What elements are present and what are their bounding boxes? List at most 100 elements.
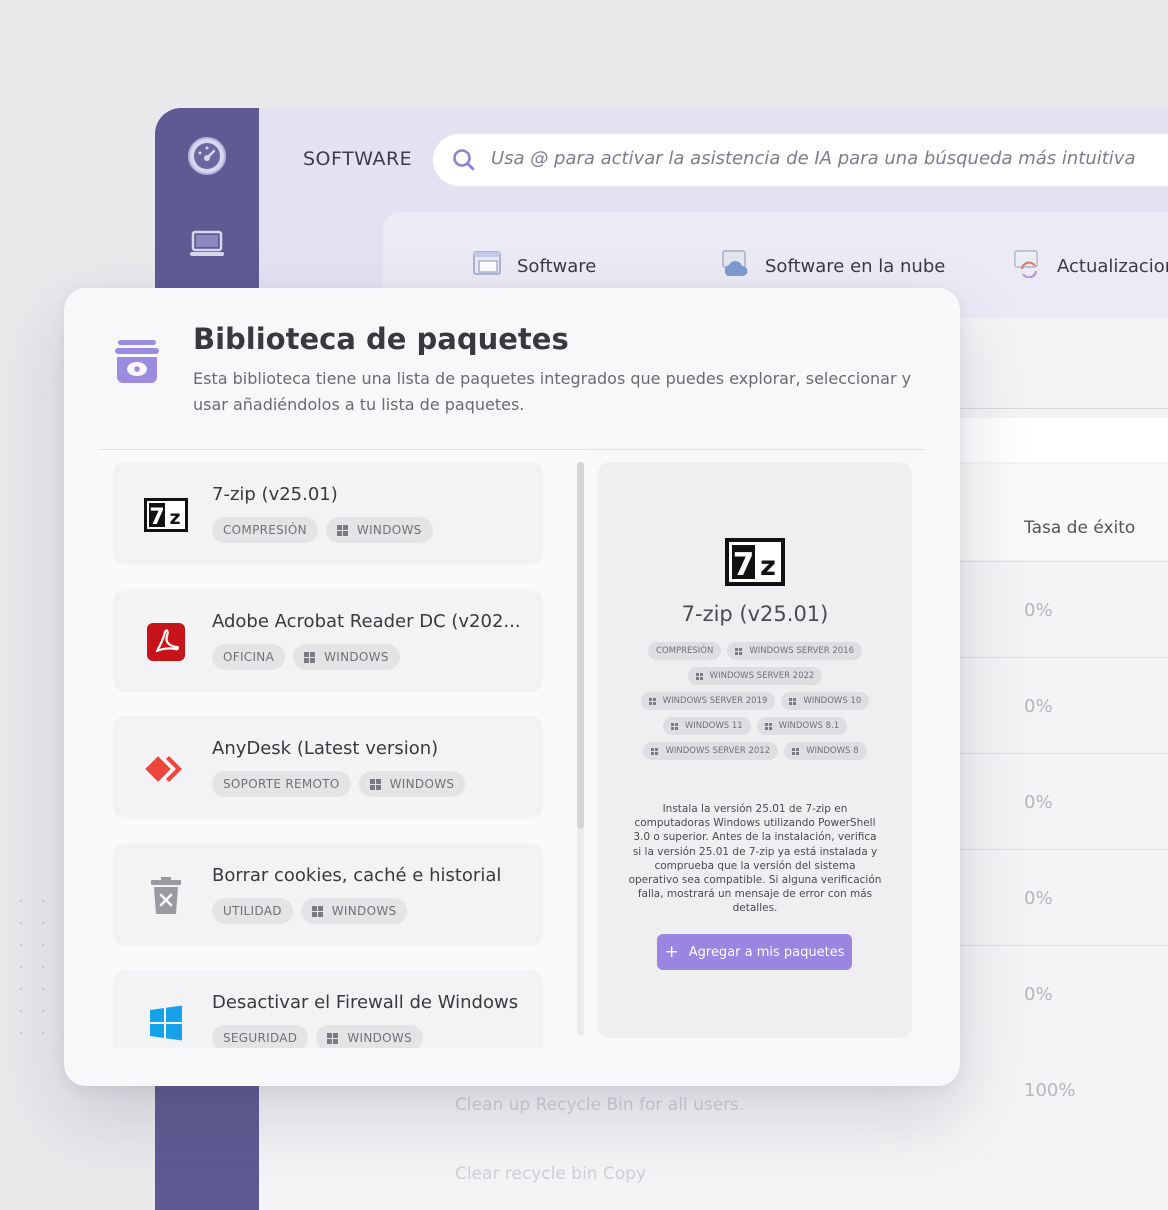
laptop-icon[interactable] [187, 223, 227, 263]
package-card-disable-firewall[interactable]: Desactivar el Firewall de Windows SEGURI… [113, 970, 543, 1048]
windows-icon [336, 524, 348, 536]
package-tags: SEGURIDAD WINDOWS [212, 1025, 423, 1048]
tag-label: WINDOWS 8 [806, 746, 859, 756]
7zip-logo: 7z [725, 538, 785, 590]
package-card-clear-cookies[interactable]: Borrar cookies, caché e historial UTILID… [113, 843, 543, 946]
search-placeholder: Usa @ para activar la asistencia de IA p… [491, 148, 1136, 169]
modal-title: Biblioteca de paquetes [193, 322, 569, 356]
row-divider [959, 849, 1168, 850]
windows-icon [369, 778, 381, 790]
package-card-acrobat[interactable]: Adobe Acrobat Reader DC (v202... OFICINA… [113, 589, 543, 692]
detail-tags: COMPRESIÓN WINDOWS SERVER 2016 WINDOWS S… [622, 642, 888, 760]
tab-cloud-software[interactable]: Software en la nube [721, 248, 945, 284]
svg-text:z: z [169, 507, 180, 529]
svg-text:7: 7 [149, 505, 164, 530]
package-card-7zip[interactable]: 7z 7-zip (v25.01) COMPRESIÓN WINDOWS [113, 462, 543, 565]
row-divider [959, 561, 1168, 562]
package-name: Adobe Acrobat Reader DC (v202... [212, 611, 521, 632]
trash-icon [143, 873, 189, 919]
svg-text:z: z [760, 551, 776, 582]
table-header [959, 464, 1168, 560]
windows-icon [695, 672, 703, 680]
platform-tag: WINDOWS SERVER 2016 [727, 642, 862, 660]
platform-tag: WINDOWS SERVER 2022 [687, 667, 823, 685]
package-tags: UTILIDAD WINDOWS [212, 898, 408, 924]
ghost-row-name: Clear recycle bin Copy [455, 1164, 647, 1184]
platform-tag: WINDOWS [325, 517, 433, 543]
tab-software[interactable]: Software [473, 248, 596, 284]
tag-label: SOPORTE REMOTO [223, 777, 340, 791]
category-tag: SOPORTE REMOTO [212, 771, 351, 797]
package-library-modal: Biblioteca de paquetes Esta biblioteca t… [64, 288, 960, 1086]
windows-icon [311, 905, 323, 917]
windows-icon [648, 697, 656, 705]
window-icon [473, 250, 503, 282]
platform-tag: WINDOWS [358, 771, 466, 797]
tab-label: Software [517, 255, 597, 277]
package-list-scrollbar[interactable] [577, 462, 584, 1036]
tag-label: WINDOWS 11 [684, 721, 743, 731]
scrollbar-thumb[interactable] [577, 462, 584, 829]
success-rate: 0% [1024, 696, 1053, 717]
category-tag: COMPRESIÓN [648, 642, 722, 660]
column-header-success-rate[interactable]: Tasa de éxito [1024, 518, 1135, 538]
tag-label: UTILIDAD [223, 904, 282, 918]
tag-label: WINDOWS [324, 650, 389, 664]
category-tag: SEGURIDAD [212, 1025, 309, 1048]
tag-label: WINDOWS [331, 904, 397, 918]
success-rate: 0% [1024, 984, 1053, 1005]
tag-label: WINDOWS SERVER 2012 [665, 746, 771, 756]
dashboard-gauge-icon[interactable] [187, 136, 227, 176]
tag-label: WINDOWS 10 [803, 696, 862, 706]
ghost-row-name: Clean up Recycle Bin for all users. [455, 1095, 745, 1115]
platform-tag: WINDOWS [293, 644, 400, 670]
package-name: Desactivar el Firewall de Windows [212, 992, 519, 1013]
tag-label: WINDOWS SERVER 2022 [709, 671, 815, 681]
package-name: 7-zip (v25.01) [212, 484, 338, 505]
cloud-icon [721, 249, 751, 283]
tag-label: SEGURIDAD [223, 1031, 298, 1045]
platform-tag: WINDOWS [300, 898, 408, 924]
platform-tag: WINDOWS 11 [662, 717, 751, 735]
tag-label: OFICINA [223, 650, 275, 664]
tab-label: Actualizaciones del siste [1057, 255, 1168, 277]
filter-row [959, 418, 1168, 462]
windows-logo [143, 1000, 189, 1046]
sync-icon [1013, 249, 1043, 283]
success-rate: 0% [1024, 600, 1053, 621]
windows-icon [792, 747, 800, 755]
tab-system-updates[interactable]: Actualizaciones del siste [1013, 248, 1168, 284]
windows-icon [764, 722, 772, 730]
windows-icon [304, 651, 316, 663]
decorative-dots [10, 890, 70, 1050]
windows-icon [651, 747, 659, 755]
row-divider [959, 945, 1168, 946]
package-name: Borrar cookies, caché e historial [212, 865, 502, 886]
windows-icon [670, 722, 678, 730]
detail-package-name: 7-zip (v25.01) [681, 602, 829, 626]
tag-label: WINDOWS 8.1 [778, 721, 840, 731]
7zip-logo: 7z [143, 492, 189, 538]
detail-description: Instala la versión 25.01 de 7-zip en com… [628, 803, 882, 915]
tag-label: WINDOWS [356, 523, 422, 537]
platform-tag: WINDOWS SERVER 2019 [640, 692, 776, 710]
tag-label: WINDOWS [389, 777, 455, 791]
package-card-anydesk[interactable]: AnyDesk (Latest version) SOPORTE REMOTO … [113, 716, 543, 819]
tab-label: Software en la nube [765, 255, 946, 277]
plus-icon: + [664, 941, 679, 962]
anydesk-logo [143, 746, 189, 792]
button-label: Agregar a mis paquetes [688, 944, 845, 960]
modal-description: Esta biblioteca tiene una lista de paque… [193, 369, 912, 414]
success-rate: 0% [1024, 792, 1053, 813]
add-to-my-packages-button[interactable]: + Agregar a mis paquetes [657, 934, 852, 970]
category-tag: OFICINA [212, 644, 286, 670]
package-tags: SOPORTE REMOTO WINDOWS [212, 771, 466, 797]
success-rate: 100% [1024, 1080, 1076, 1101]
row-divider [959, 657, 1168, 658]
tag-label: COMPRESIÓN [223, 523, 307, 537]
package-detail-panel: 7z 7-zip (v25.01) COMPRESIÓN WINDOWS SER… [598, 462, 912, 1038]
search-bar[interactable]: Usa @ para activar la asistencia de IA p… [433, 134, 1168, 186]
app-header: SOFTWARE Usa @ para activar la asistenci… [259, 108, 1168, 320]
platform-tag: WINDOWS 8 [784, 742, 867, 760]
section-title: SOFTWARE [303, 148, 413, 170]
